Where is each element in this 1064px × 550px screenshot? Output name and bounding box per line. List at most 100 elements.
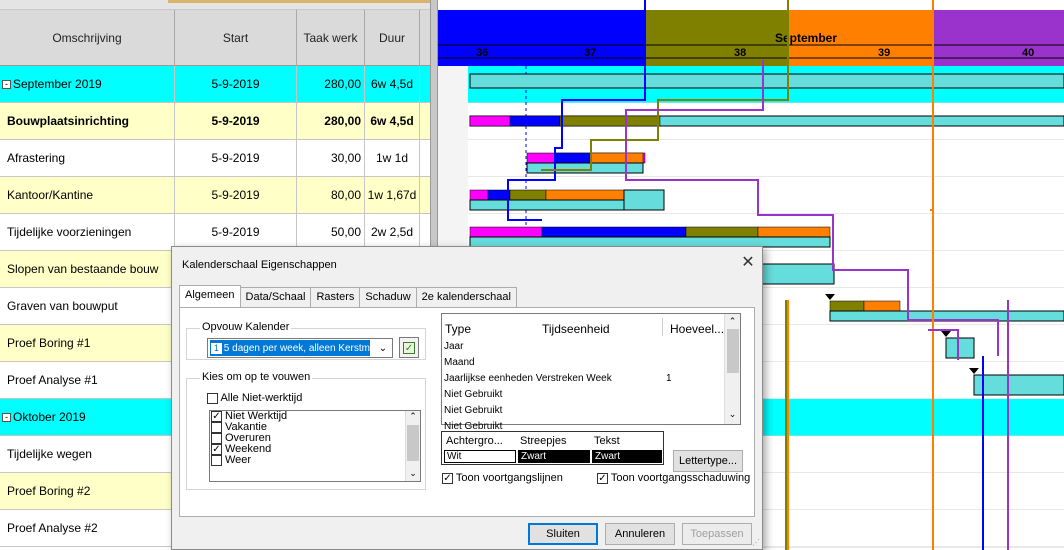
cell-name: Proef Analyse #2: [0, 510, 175, 546]
scale-table[interactable]: Type Tijdseenheid Hoeveel... Jaar Maand Ja…: [441, 313, 741, 432]
week-label: 36: [476, 47, 488, 59]
tab-data-schaal[interactable]: Data/Schaal: [239, 287, 312, 307]
cell-name: Kantoor/Kantine: [0, 177, 175, 213]
progress-lines-checkbox[interactable]: ✓ Toon voortgangslijnen: [442, 472, 563, 484]
th-hoeveel[interactable]: Hoeveel...: [670, 322, 724, 336]
task-bar: [487, 189, 511, 201]
fold-item-label: Weer: [225, 454, 252, 467]
checkbox-checked[interactable]: ✓: [442, 472, 453, 484]
scale-table-row[interactable]: Jaarlijkse eenheden Verstreken Week 1: [444, 373, 672, 384]
color-settings[interactable]: Achtergro... Streepjes Tekst Wit Zwart Z…: [441, 431, 664, 465]
cell-name-text: Proef Analyse #2: [7, 521, 98, 535]
list-scrollbar[interactable]: ⌃ ⌄: [405, 411, 420, 481]
collapse-icon[interactable]: -: [2, 79, 11, 89]
task-bar: [623, 189, 665, 211]
scroll-up-icon[interactable]: ⌃: [725, 316, 740, 327]
fold-item[interactable]: Weer: [210, 455, 420, 466]
fold-item-checkbox[interactable]: [211, 433, 222, 444]
cell-name-text: Graven van bouwput: [7, 299, 118, 313]
scroll-thumb[interactable]: [407, 425, 419, 461]
table-row[interactable]: Afrastering 5-9-2019 30,00 1w 1d: [0, 140, 430, 177]
task-bar: [469, 199, 625, 211]
tab-2e-kalenderschaal[interactable]: 2e kalenderschaal: [415, 287, 517, 307]
task-bar: [509, 189, 547, 201]
scale-row-type: Jaarlijkse eenheden Verstreken Week: [444, 373, 612, 384]
col-header-omschrijving[interactable]: Omschrijving: [0, 10, 175, 66]
font-button[interactable]: Lettertype...: [673, 450, 743, 472]
week-label: 38: [734, 47, 746, 59]
apply-fold-button[interactable]: ✓: [399, 337, 419, 358]
task-bar: [469, 189, 489, 201]
calendar-scale-dialog: Kalenderschaal Eigenschappen ✕ Algemeen …: [171, 246, 763, 550]
table-scrollbar[interactable]: ⌃ ⌄: [724, 314, 740, 424]
fold-item[interactable]: ✓ Niet Werktijd: [210, 411, 420, 422]
cell-extra: [420, 103, 430, 139]
checkbox-box[interactable]: [207, 392, 218, 404]
task-bar: [509, 115, 561, 127]
fold-item-checkbox[interactable]: ✓: [211, 411, 222, 422]
calendar-icon: 1: [211, 342, 222, 354]
apply-button[interactable]: Toepassen: [682, 523, 752, 545]
table-row[interactable]: Bouwplaatsinrichting 5-9-2019 280,00 6w 4,5…: [0, 103, 430, 140]
table-scroll-thumb[interactable]: [727, 329, 739, 373]
task-bar: [685, 226, 759, 238]
close-button[interactable]: Sluiten: [528, 523, 598, 545]
week-label: 40: [1022, 47, 1034, 59]
scroll-up-icon[interactable]: ⌃: [406, 411, 420, 422]
scroll-down-icon[interactable]: ⌄: [406, 468, 420, 479]
cell-name-text: Oktober 2019: [13, 410, 86, 424]
all-nonwork-text: Alle Niet-werktijd: [220, 392, 303, 404]
chevron-down-icon[interactable]: ⌄: [374, 343, 392, 354]
fold-item-checkbox[interactable]: [211, 422, 222, 433]
cell-name-text: Proef Boring #2: [7, 484, 91, 498]
color-bg-value[interactable]: Wit: [444, 450, 516, 463]
close-icon[interactable]: ✕: [738, 253, 758, 273]
progress-shading-text: Toon voortgangsschaduwing: [610, 472, 751, 484]
fold-item[interactable]: Vakantie: [210, 422, 420, 433]
scale-table-row[interactable]: Maand: [444, 357, 475, 368]
task-bar: [757, 263, 835, 285]
cancel-button[interactable]: Annuleren: [605, 523, 675, 545]
fold-item-checkbox[interactable]: ✓: [211, 444, 222, 455]
cell-name: Bouwplaatsinrichting: [0, 103, 175, 139]
tab-algemeen[interactable]: Algemeen: [179, 285, 241, 307]
fold-item-checkbox[interactable]: [211, 455, 222, 466]
scale-table-row[interactable]: Jaar: [444, 341, 463, 352]
tab-pane-algemeen: Opvouw Kalender 15 dagen per week, allee…: [179, 307, 755, 517]
fold-item[interactable]: Overuren: [210, 433, 420, 444]
cell-name-text: September 2019: [13, 77, 102, 91]
collapse-icon[interactable]: -: [2, 412, 11, 422]
cell-work-text: 50,00: [330, 225, 361, 239]
app-window: Omschrijving Start Taak werk Duur - Septe…: [0, 0, 1064, 550]
cell-start-text: 5-9-2019: [211, 225, 260, 239]
group-row[interactable]: - September 2019 5-9-2019 280,00 6w 4,5d: [0, 66, 430, 103]
progress-shading-checkbox[interactable]: ✓ Toon voortgangsschaduwing: [597, 472, 750, 484]
task-bar: [545, 189, 625, 201]
all-nonwork-checkbox[interactable]: Alle Niet-werktijd: [207, 392, 302, 404]
col-header-taak-werk[interactable]: Taak werk: [297, 10, 365, 66]
col-header-start[interactable]: Start: [175, 10, 297, 66]
th-tijdseenheid[interactable]: Tijdseenheid: [542, 322, 610, 336]
cell-name: - Oktober 2019: [0, 399, 175, 435]
fold-calendar-select[interactable]: 15 dagen per week, alleen Kerstm ⌄: [207, 338, 393, 358]
scroll-down-icon[interactable]: ⌄: [725, 409, 740, 420]
table-row[interactable]: Kantoor/Kantine 5-9-2019 80,00 1w 1,67d: [0, 177, 430, 214]
resize-grip-icon[interactable]: ⋰: [752, 538, 760, 547]
scale-table-row[interactable]: Niet Gebruikt: [444, 389, 502, 400]
cell-work-text: 280,00: [324, 114, 361, 128]
tab-schaduw[interactable]: Schaduw: [359, 287, 417, 307]
cell-name-text: Proef Boring #1: [7, 336, 91, 350]
col-header-duur[interactable]: Duur: [365, 10, 420, 66]
task-bar: [973, 374, 1064, 396]
th-type[interactable]: Type: [445, 322, 471, 336]
color-text-value[interactable]: Zwart: [592, 450, 662, 463]
scale-table-row[interactable]: Niet Gebruikt: [444, 405, 502, 416]
task-bar: [863, 300, 901, 312]
fold-item[interactable]: ✓ Weekend: [210, 444, 420, 455]
checkbox-checked[interactable]: ✓: [597, 472, 608, 484]
tab-rasters[interactable]: Rasters: [310, 287, 361, 307]
cell-work: 280,00: [297, 66, 365, 102]
fold-items-list[interactable]: ✓ Niet Werktijd Vakantie Overuren ✓ Weekend We…: [209, 410, 421, 482]
color-stripes-value[interactable]: Zwart: [518, 450, 590, 463]
color-header-stripes: Streepjes: [520, 435, 567, 447]
